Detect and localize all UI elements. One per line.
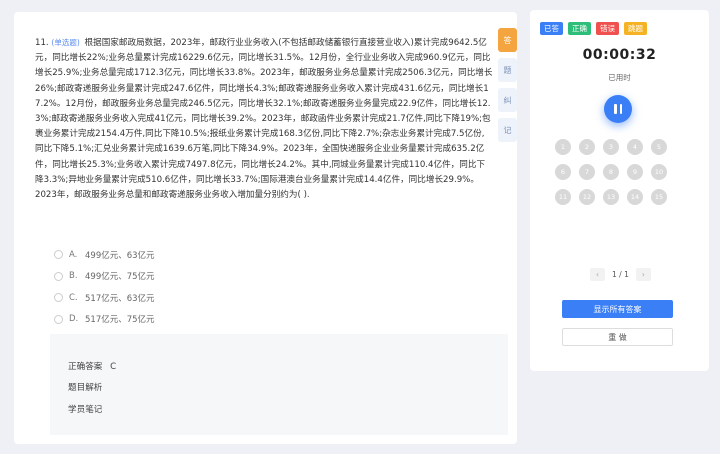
- analysis-box: 正确答案 C 题目解析 学员笔记: [50, 334, 508, 435]
- correct-answer-label: 正确答案: [68, 362, 103, 372]
- option-d[interactable]: D. 517亿元、75亿元: [54, 309, 155, 331]
- correct-answer-value: C: [110, 362, 117, 372]
- pause-button[interactable]: [604, 95, 632, 123]
- option-letter: B.: [69, 271, 78, 282]
- question-number-button[interactable]: 14: [627, 189, 643, 205]
- timer-display: 00:00:32: [582, 47, 657, 63]
- legend-wrong: 错误: [596, 22, 619, 35]
- question-icon[interactable]: 题: [498, 58, 517, 82]
- answer-options: A. 499亿元、63亿元 B. 499亿元、75亿元 C. 517亿元、63亿…: [54, 244, 155, 330]
- radio-button[interactable]: [54, 271, 63, 281]
- explanation-label: 题目解析: [68, 383, 103, 393]
- option-text: 517亿元、63亿元: [85, 293, 155, 304]
- question-number-button[interactable]: 6: [555, 164, 571, 180]
- question-number-button[interactable]: 8: [603, 164, 619, 180]
- option-text: 499亿元、75亿元: [85, 272, 155, 283]
- question-number: 11.: [35, 38, 49, 48]
- radio-button[interactable]: [54, 314, 63, 324]
- page-indicator: 1 / 1: [612, 270, 629, 279]
- redo-button[interactable]: 重 做: [562, 328, 673, 346]
- question-number-grid: 1 2 3 4 5 6 7 8 9 10 11 12 13 14 15: [555, 139, 667, 205]
- question-number-button[interactable]: 5: [651, 139, 667, 155]
- status-legend: 已答 正确 错误 跳题: [540, 22, 647, 35]
- pagination: ‹ 1 / 1 ›: [590, 268, 651, 281]
- pause-icon-bar: [619, 104, 622, 114]
- radio-button[interactable]: [54, 293, 63, 303]
- option-letter: D.: [69, 314, 79, 325]
- correction-icon[interactable]: 纠: [498, 88, 517, 112]
- question-panel: 11. (单选题) 根据国家邮政局数据，2023年，邮政行业业务收入(不包括邮政…: [14, 12, 517, 444]
- radio-button[interactable]: [54, 250, 63, 260]
- question-number-button[interactable]: 3: [603, 139, 619, 155]
- question-number-button[interactable]: 10: [651, 164, 667, 180]
- question-number-button[interactable]: 12: [579, 189, 595, 205]
- legend-answered: 已答: [540, 22, 563, 35]
- question-number-button[interactable]: 1: [555, 139, 571, 155]
- question-text: 根据国家邮政局数据，2023年，邮政行业业务收入(不包括邮政储蓄银行直接营业收入…: [35, 38, 493, 185]
- next-page-button[interactable]: ›: [635, 268, 651, 281]
- notes-label: 学员笔记: [68, 405, 103, 415]
- option-letter: A.: [69, 249, 78, 260]
- option-b[interactable]: B. 499亿元、75亿元: [54, 266, 155, 288]
- pause-icon: [614, 104, 617, 114]
- question-prompt: 2023年，邮政服务业务总量和邮政寄递服务业务收入增加量分别约为( ).: [35, 190, 310, 201]
- option-text: 499亿元、63亿元: [85, 250, 155, 261]
- question-number-button[interactable]: 4: [627, 139, 643, 155]
- option-letter: C.: [69, 292, 78, 303]
- option-a[interactable]: A. 499亿元、63亿元: [54, 244, 155, 266]
- note-icon[interactable]: 记: [498, 118, 517, 142]
- question-number-button[interactable]: 15: [651, 189, 667, 205]
- answer-sheet-panel: 已答 正确 错误 跳题 00:00:32 已用时 1 2 3 4 5 6 7 8…: [530, 10, 709, 371]
- timer-label: 已用时: [608, 73, 631, 82]
- question-number-button[interactable]: 2: [579, 139, 595, 155]
- question-number-button[interactable]: 11: [555, 189, 571, 205]
- question-number-button[interactable]: 9: [627, 164, 643, 180]
- side-toolbar: 答 题 纠 记: [498, 28, 517, 148]
- option-c[interactable]: C. 517亿元、63亿元: [54, 287, 155, 309]
- answer-icon[interactable]: 答: [498, 28, 517, 52]
- show-all-answers-button[interactable]: 显示所有答案: [562, 300, 673, 318]
- correct-answer-row: 正确答案 C: [68, 360, 116, 372]
- prev-page-button[interactable]: ‹: [590, 268, 605, 281]
- question-type-tag: (单选题): [51, 38, 80, 47]
- question-stem: 11. (单选题) 根据国家邮政局数据，2023年，邮政行业业务收入(不包括邮政…: [35, 35, 493, 203]
- question-number-button[interactable]: 7: [579, 164, 595, 180]
- question-number-button[interactable]: 13: [603, 189, 619, 205]
- legend-skipped: 跳题: [624, 22, 647, 35]
- legend-correct: 正确: [568, 22, 591, 35]
- option-text: 517亿元、75亿元: [85, 315, 155, 326]
